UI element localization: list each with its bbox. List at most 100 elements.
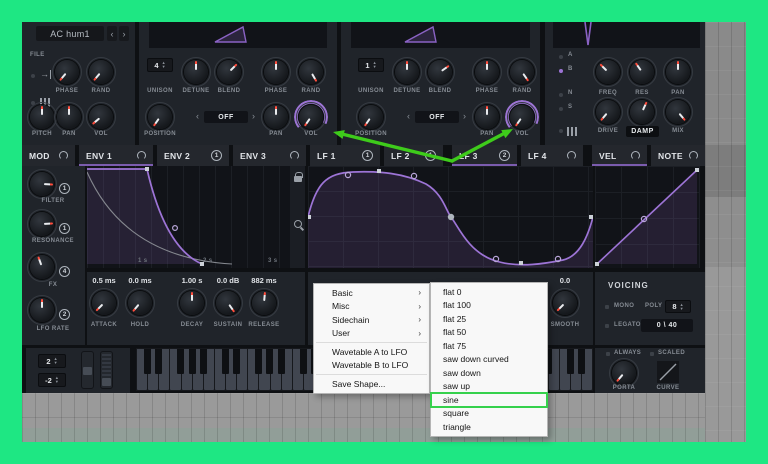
- mod-fx-badge[interactable]: 4: [59, 266, 70, 277]
- osc2-detune-knob[interactable]: [395, 60, 419, 84]
- retrigger-icon[interactable]: [59, 151, 68, 160]
- submenu-item-triangle[interactable]: triangle: [431, 420, 547, 434]
- submenu-item-flat-50[interactable]: flat 50: [431, 326, 547, 340]
- osc1-unison-voices[interactable]: 4▲▼: [147, 58, 173, 72]
- mod-count-badge[interactable]: 1: [362, 150, 373, 161]
- retrigger-icon[interactable]: [567, 151, 576, 160]
- vel-editor-display[interactable]: [595, 166, 700, 268]
- zoom-icon[interactable]: [294, 220, 302, 228]
- tab-mod[interactable]: MOD: [22, 145, 75, 166]
- porta-always-checkbox[interactable]: [606, 352, 610, 356]
- tab-lf4[interactable]: LF 4: [521, 145, 583, 166]
- lfo3-editor-display[interactable]: [308, 166, 593, 268]
- osc1-spread-prev[interactable]: ‹: [196, 111, 199, 121]
- submenu-item-square[interactable]: square: [431, 407, 547, 421]
- black-key[interactable]: [233, 349, 240, 374]
- osc2-wavetable-display[interactable]: [351, 22, 530, 48]
- filter-keytrack-radio[interactable]: [559, 129, 563, 133]
- black-key[interactable]: [222, 349, 229, 374]
- sample-rand-knob[interactable]: [89, 60, 113, 84]
- osc2-vol-knob[interactable]: [510, 105, 534, 129]
- menu-item-basic[interactable]: Basic›: [314, 286, 429, 300]
- black-key[interactable]: [144, 349, 151, 374]
- mod-count-badge[interactable]: 1: [425, 150, 436, 161]
- filter-mix-knob[interactable]: [666, 100, 690, 124]
- osc1-pan-knob[interactable]: [264, 105, 288, 129]
- lock-icon[interactable]: [294, 176, 302, 182]
- filter-response-display[interactable]: [553, 22, 700, 48]
- attack-knob[interactable]: [92, 291, 116, 315]
- menu-item-save-shape[interactable]: Save Shape...: [314, 377, 429, 391]
- legato-checkbox[interactable]: [605, 324, 609, 328]
- porta-scaled-checkbox[interactable]: [650, 352, 654, 356]
- mod-count-badge[interactable]: 1: [211, 150, 222, 161]
- black-key[interactable]: [177, 349, 184, 374]
- sample-next-button[interactable]: ›: [119, 26, 129, 41]
- sample-vol-knob[interactable]: [89, 105, 113, 129]
- octave-spinner[interactable]: 2▲▼: [38, 354, 66, 368]
- osc1-position-knob[interactable]: [148, 105, 172, 129]
- submenu-item-saw-up[interactable]: saw up: [431, 380, 547, 394]
- sample-prev-button[interactable]: ‹: [107, 26, 117, 41]
- tab-vel[interactable]: VEL: [592, 145, 647, 166]
- menu-item-sidechain[interactable]: Sidechain›: [314, 313, 429, 327]
- osc2-spread-prev[interactable]: ‹: [407, 111, 410, 121]
- menu-item-wavetable-a-to-lfo[interactable]: Wavetable A to LFO: [314, 345, 429, 359]
- tab-note[interactable]: NOTE: [651, 145, 705, 166]
- route-s-radio[interactable]: [559, 107, 563, 111]
- voice-priority-display[interactable]: 0 \ 40: [641, 319, 693, 332]
- filter-pan-knob[interactable]: [666, 60, 690, 84]
- osc2-rand-knob[interactable]: [510, 60, 534, 84]
- decay-knob[interactable]: [180, 291, 204, 315]
- sustain-knob[interactable]: [216, 291, 240, 315]
- smooth-knob[interactable]: [553, 291, 577, 315]
- osc1-wavetable-display[interactable]: [149, 22, 327, 48]
- osc1-detune-knob[interactable]: [184, 60, 208, 84]
- mod-lfo-rate-knob[interactable]: [30, 298, 54, 322]
- menu-item-misc[interactable]: Misc›: [314, 300, 429, 314]
- filter-freq-knob[interactable]: [596, 60, 620, 84]
- menu-item-wavetable-b-to-lfo[interactable]: Wavetable B to LFO: [314, 359, 429, 373]
- release-knob[interactable]: [252, 291, 276, 315]
- mod-fx-knob[interactable]: [30, 255, 54, 279]
- route-b-radio[interactable]: [559, 69, 563, 73]
- filter-damp-knob[interactable]: [630, 100, 654, 124]
- osc2-unison-voices[interactable]: 1▲▼: [358, 58, 384, 72]
- poly-count-spinner[interactable]: 8▲▼: [665, 300, 691, 313]
- tab-env3[interactable]: ENV 3: [233, 145, 306, 166]
- route-a-radio[interactable]: [559, 55, 563, 59]
- route-n-radio[interactable]: [559, 93, 563, 97]
- filter-res-knob[interactable]: [630, 60, 654, 84]
- osc2-spread-next[interactable]: ›: [463, 111, 466, 121]
- release-value[interactable]: 882 ms: [238, 276, 290, 285]
- submenu-item-flat-75[interactable]: flat 75: [431, 339, 547, 353]
- osc1-blend-knob[interactable]: [217, 60, 241, 84]
- osc2-position-knob[interactable]: [359, 105, 383, 129]
- hold-knob[interactable]: [128, 291, 152, 315]
- sample-phase-knob[interactable]: [55, 60, 79, 84]
- submenu-item-flat-25[interactable]: flat 25: [431, 312, 547, 326]
- osc1-phase-knob[interactable]: [264, 60, 288, 84]
- osc1-spread-next[interactable]: ›: [252, 111, 255, 121]
- sample-pan-knob[interactable]: [57, 105, 81, 129]
- tab-lf3[interactable]: LF 32: [452, 145, 517, 166]
- pitch-wheel[interactable]: [81, 351, 94, 389]
- submenu-item-saw-down-curved[interactable]: saw down curved: [431, 353, 547, 367]
- black-key[interactable]: [300, 349, 307, 374]
- mono-checkbox[interactable]: [605, 305, 609, 309]
- black-key[interactable]: [266, 349, 273, 374]
- tab-env1[interactable]: ENV 1: [79, 145, 153, 166]
- mod-count-badge[interactable]: 2: [499, 150, 510, 161]
- sample-pitch-knob[interactable]: [30, 105, 54, 129]
- submenu-item-flat-0[interactable]: flat 0: [431, 285, 547, 299]
- filter-keytrack-icon[interactable]: [567, 127, 579, 136]
- menu-item-user[interactable]: User›: [314, 327, 429, 341]
- mod-resonance-badge[interactable]: 1: [59, 223, 70, 234]
- black-key[interactable]: [578, 349, 585, 374]
- one-shot-icon[interactable]: →: [40, 70, 51, 79]
- mod-lfo-rate-badge[interactable]: 2: [59, 309, 70, 320]
- osc1-spread-selector[interactable]: OFF: [204, 111, 248, 123]
- black-key[interactable]: [567, 349, 574, 374]
- black-key[interactable]: [255, 349, 262, 374]
- loop-mode-radio[interactable]: [31, 74, 35, 78]
